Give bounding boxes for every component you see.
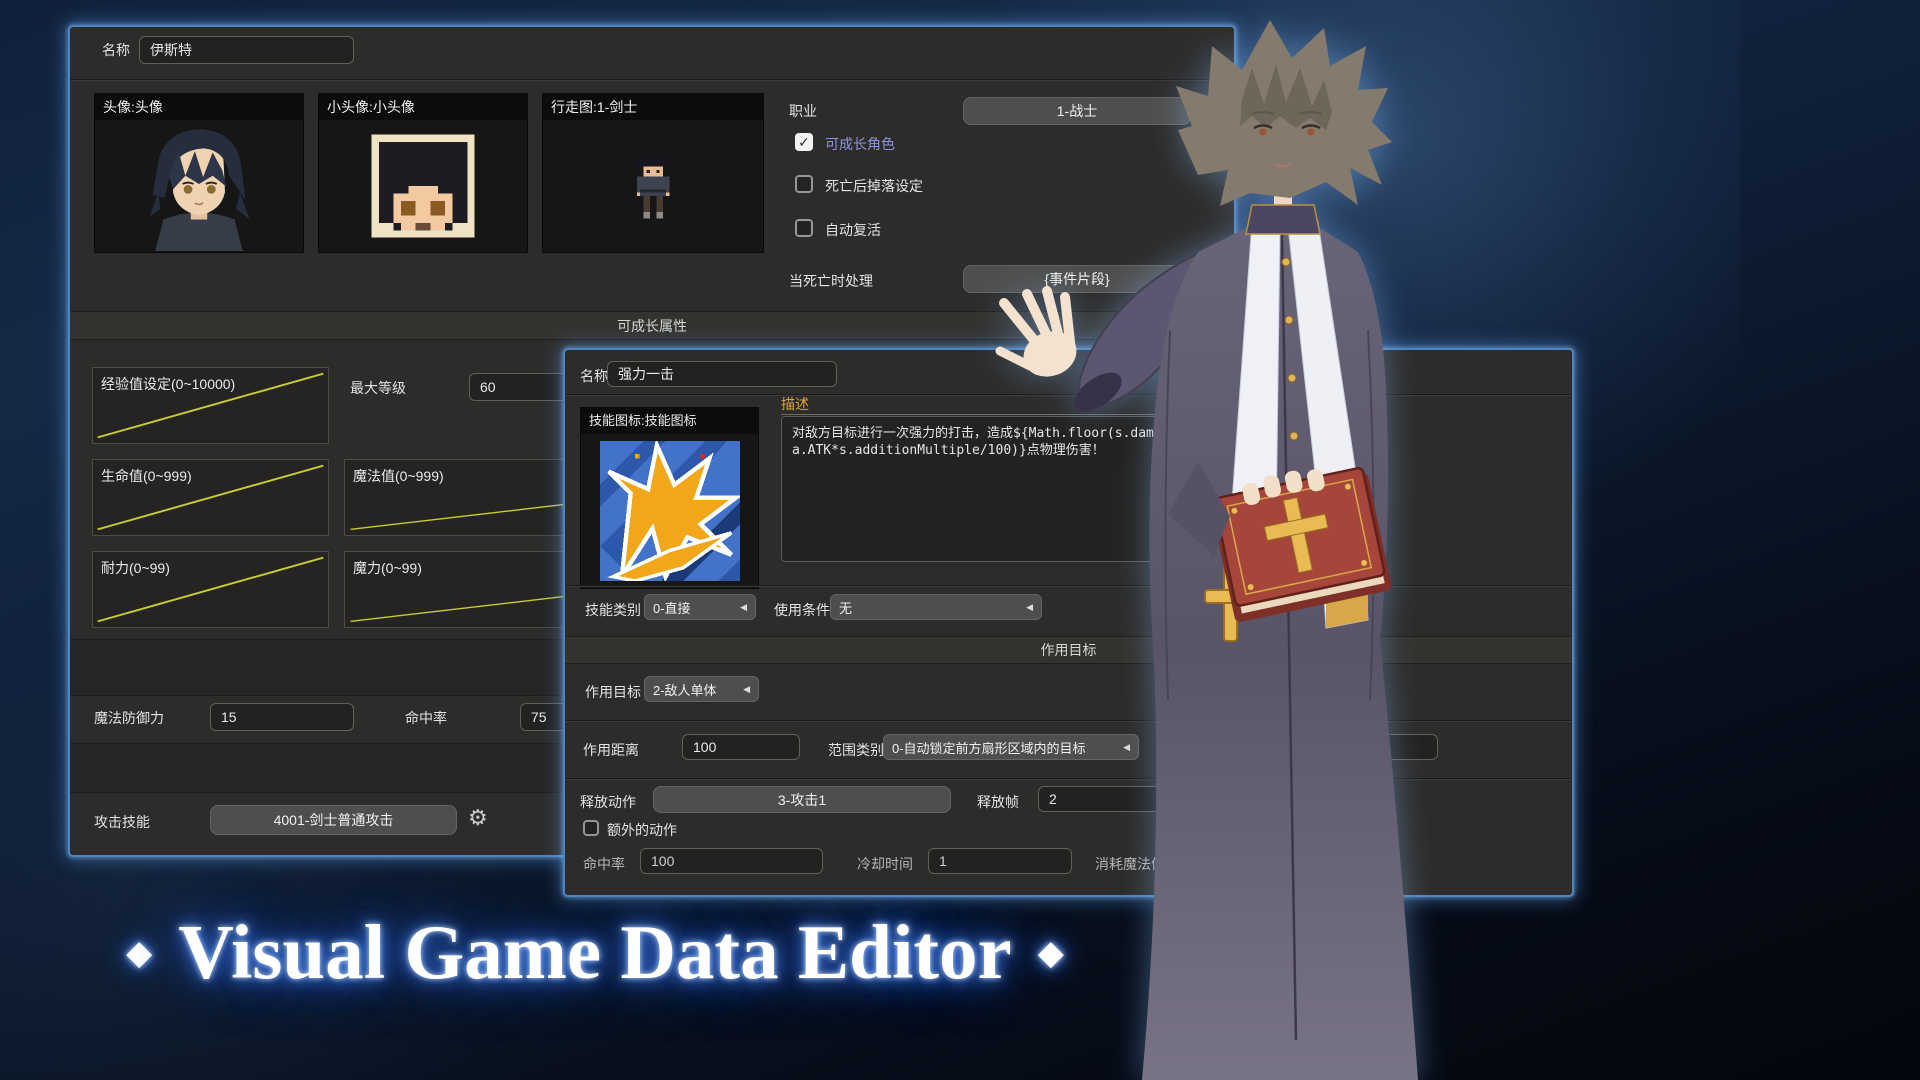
- walk-sprite-panel[interactable]: 行走图:1-剑士: [542, 93, 764, 253]
- checkbox-extra-action[interactable]: [583, 820, 599, 836]
- use-condition-label: 使用条件: [774, 601, 830, 619]
- skill-type-dropdown[interactable]: 0-直接 ◀: [644, 594, 756, 620]
- checkbox-extra-action-label: 额外的动作: [607, 821, 677, 839]
- stamina-curve-cell[interactable]: 耐力(0~99): [92, 551, 329, 628]
- range-label: 作用距离: [583, 741, 639, 759]
- magic-defense-input[interactable]: [210, 703, 354, 731]
- cast-action-button[interactable]: 3-攻击1: [653, 786, 951, 813]
- walk-sprite-panel-title: 行走图:1-剑士: [543, 94, 763, 120]
- diamond-icon: ◆: [126, 933, 152, 973]
- cast-action-label: 释放动作: [580, 793, 636, 811]
- walk-sprite-pixel-image: [627, 147, 679, 225]
- skill-name-input[interactable]: [607, 361, 837, 387]
- exp-curve-label: 经验值设定(0~10000): [101, 374, 235, 394]
- occupation-label: 职业: [789, 102, 817, 120]
- character-illustration: [930, 0, 1570, 1080]
- cooldown-label: 冷却时间: [857, 855, 913, 873]
- skill-type-label: 技能类别: [585, 601, 641, 619]
- checkbox-growable[interactable]: ✓: [795, 133, 813, 151]
- hit-rate-label: 命中率: [405, 709, 447, 727]
- small-portrait-pixel-image: [364, 127, 482, 245]
- gear-icon[interactable]: ⚙: [468, 807, 488, 829]
- dropdown-arrow-icon: ◀: [737, 684, 750, 695]
- growth-section-title: 可成长属性: [617, 316, 687, 336]
- promo-screenshot: 名称 头像:头像: [0, 0, 1920, 1080]
- skill-icon-panel[interactable]: 技能图标:技能图标: [580, 407, 759, 589]
- stamina-curve-label: 耐力(0~99): [101, 558, 170, 578]
- checkbox-auto-revive-label: 自动复活: [825, 221, 881, 239]
- page-title: Visual Game Data Editor: [178, 908, 1011, 997]
- hp-curve-label: 生命值(0~999): [101, 466, 192, 486]
- portrait-image: [129, 121, 269, 251]
- magic-defense-label: 魔法防御力: [94, 709, 164, 727]
- skill-name-label: 名称: [580, 367, 608, 385]
- target-dropdown[interactable]: 2-敌人单体 ◀: [644, 676, 759, 702]
- target-value: 2-敌人单体: [653, 680, 717, 699]
- portrait-panel[interactable]: 头像:头像: [94, 93, 304, 253]
- character-name-input[interactable]: [139, 36, 354, 64]
- max-level-label: 最大等级: [350, 379, 406, 397]
- skill-icon-panel-title: 技能图标:技能图标: [581, 408, 758, 434]
- checkbox-auto-revive[interactable]: [795, 219, 813, 237]
- use-condition-value: 无: [839, 598, 852, 617]
- name-label: 名称: [102, 41, 130, 59]
- on-death-label: 当死亡时处理: [789, 272, 873, 290]
- portrait-panel-title: 头像:头像: [95, 94, 303, 120]
- range-input[interactable]: [682, 734, 800, 760]
- attack-skill-button[interactable]: 4001-剑士普通攻击: [210, 805, 457, 835]
- small-portrait-panel[interactable]: 小头像:小头像: [318, 93, 528, 253]
- hp-curve-cell[interactable]: 生命值(0~999): [92, 459, 329, 536]
- check-icon: ✓: [798, 134, 810, 151]
- target-label: 作用目标: [585, 683, 641, 701]
- skill-hit-label: 命中率: [583, 855, 625, 873]
- skill-slash-icon: [600, 441, 740, 581]
- checkbox-death-drop[interactable]: [795, 175, 813, 193]
- description-label: 描述: [781, 396, 809, 412]
- attack-skill-label: 攻击技能: [94, 813, 150, 831]
- skill-type-value: 0-直接: [653, 598, 691, 617]
- checkbox-death-drop-label: 死亡后掉落设定: [825, 177, 923, 195]
- magic-curve-label: 魔力(0~99): [353, 558, 422, 578]
- mp-curve-label: 魔法值(0~999): [353, 466, 444, 486]
- skill-hit-input[interactable]: [640, 848, 823, 874]
- exp-curve-cell[interactable]: 经验值设定(0~10000): [92, 367, 329, 444]
- small-portrait-panel-title: 小头像:小头像: [319, 94, 527, 120]
- dropdown-arrow-icon: ◀: [734, 602, 747, 613]
- checkbox-growable-label: 可成长角色: [825, 135, 895, 153]
- range-type-label: 范围类别: [828, 741, 884, 759]
